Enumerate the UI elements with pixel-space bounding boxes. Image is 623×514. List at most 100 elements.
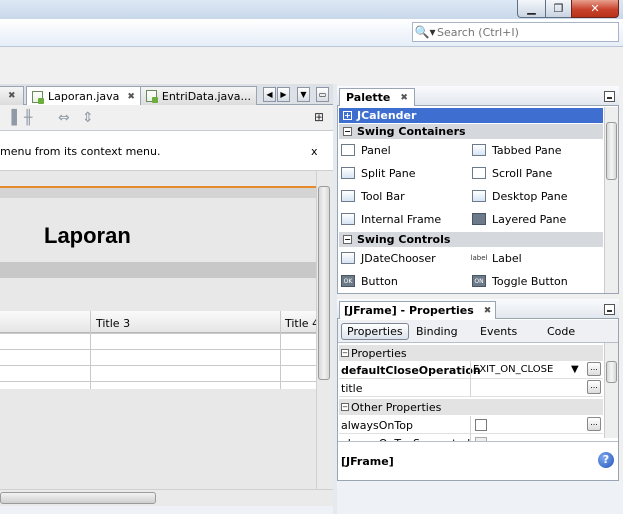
- tab-list-button[interactable]: ▼: [297, 87, 310, 102]
- split-pane-icon: [341, 167, 355, 179]
- palette-item-layered-pane[interactable]: Layered Pane: [472, 210, 566, 228]
- palette-item-desktop-pane[interactable]: Desktop Pane: [472, 187, 567, 205]
- table-row: [0, 365, 316, 366]
- ellipsis-button[interactable]: ...: [587, 362, 601, 376]
- palette-item-internal-frame[interactable]: Internal Frame: [341, 210, 441, 228]
- palette-category-swing-containers[interactable]: − Swing Containers: [339, 124, 603, 139]
- table-column-divider: [90, 311, 91, 389]
- property-value[interactable]: EXIT_ON_CLOSE: [473, 364, 553, 375]
- dropdown-arrow-icon[interactable]: ▼: [571, 364, 579, 375]
- palette-category-swing-controls[interactable]: − Swing Controls: [339, 232, 603, 247]
- ellipsis-button[interactable]: ...: [587, 380, 601, 394]
- vertical-resize-icon[interactable]: ⇕: [82, 110, 94, 126]
- calendar-icon: [341, 252, 355, 264]
- tab-entridata[interactable]: EntriData.java...: [140, 86, 257, 105]
- other-properties-section[interactable]: − Other Properties: [339, 399, 603, 415]
- close-tab-icon[interactable]: ✖: [484, 306, 492, 316]
- minimize-palette-button[interactable]: [604, 91, 615, 102]
- layered-pane-icon: [472, 213, 486, 225]
- ellipsis-button[interactable]: ...: [587, 417, 601, 431]
- checkbox[interactable]: [475, 419, 487, 431]
- property-name: alwaysOnTop: [341, 419, 413, 432]
- internal-frame-icon: [341, 213, 355, 225]
- button-icon: OK: [341, 275, 355, 287]
- search-box[interactable]: 🔍▾: [412, 22, 619, 42]
- anchor-grid-icon[interactable]: ⊞: [314, 110, 324, 124]
- table-header-title-3[interactable]: Title 3: [96, 317, 130, 330]
- label-icon: label: [470, 252, 488, 264]
- editor-status-strip: [0, 506, 336, 514]
- palette-item-jdatechooser[interactable]: JDateChooser: [341, 249, 436, 267]
- tool-bar-icon: [341, 190, 355, 202]
- tab-laporan[interactable]: Laporan.java ✖: [26, 86, 141, 106]
- scroll-tabs-right-button[interactable]: ▶: [277, 87, 290, 102]
- toggle-button-icon: ON: [472, 275, 486, 287]
- java-file-icon: [32, 90, 44, 104]
- form-title-label[interactable]: Laporan: [44, 223, 131, 249]
- form-panel-band: [0, 262, 316, 278]
- palette-item-tabbed-pane[interactable]: Tabbed Pane: [472, 141, 561, 159]
- properties-scroll-thumb[interactable]: [606, 361, 617, 383]
- palette-item-button[interactable]: OK Button: [341, 272, 398, 290]
- palette-item-scroll-pane[interactable]: Scroll Pane: [472, 164, 552, 182]
- palette-item-toggle-button[interactable]: ON Toggle Button: [472, 272, 568, 290]
- maximize-editor-button[interactable]: ▭: [316, 87, 329, 102]
- close-tab-icon[interactable]: ✖: [127, 92, 135, 102]
- properties-tab[interactable]: [JFrame] - Properties ✖: [339, 301, 497, 319]
- tab-label: EntriData.java...: [161, 89, 251, 103]
- close-hint-button[interactable]: x: [311, 145, 318, 158]
- palette-title: Palette: [346, 91, 391, 104]
- palette-category-jcalender[interactable]: + JCalender: [339, 108, 603, 123]
- collapse-icon: −: [341, 349, 349, 357]
- editor-horizontal-scroll-thumb[interactable]: [0, 492, 156, 504]
- tab-label: Laporan.java: [48, 90, 120, 103]
- properties-title: [JFrame] - Properties: [344, 304, 474, 317]
- design-toolbar: [0, 105, 336, 131]
- collapse-icon: −: [341, 403, 349, 411]
- search-input[interactable]: [437, 25, 618, 39]
- minimize-properties-button[interactable]: [604, 304, 615, 315]
- property-row-always-on-top[interactable]: alwaysOnTop ...: [339, 416, 603, 434]
- form-header-strip: [0, 188, 316, 198]
- subtab-events[interactable]: Events: [475, 323, 522, 340]
- property-row-title[interactable]: title ...: [339, 379, 603, 397]
- tabbed-pane-icon: [472, 144, 486, 156]
- palette-tab[interactable]: Palette ✖: [339, 88, 415, 106]
- properties-scrollbar[interactable]: [604, 343, 618, 438]
- table-row: [0, 349, 316, 350]
- table-column-divider: [280, 311, 281, 389]
- properties-section[interactable]: − Properties: [339, 345, 603, 361]
- close-tab-icon[interactable]: ✖: [8, 91, 16, 101]
- palette-item-tool-bar[interactable]: Tool Bar: [341, 187, 405, 205]
- search-icon[interactable]: 🔍▾: [413, 25, 437, 39]
- minimize-button[interactable]: ▁: [517, 0, 546, 18]
- tab-previous-file[interactable]: ✖: [0, 86, 24, 105]
- palette-scroll-thumb[interactable]: [606, 122, 617, 180]
- right-status-strip: [337, 481, 623, 514]
- maximize-button[interactable]: ❐: [545, 0, 572, 18]
- table-header: [0, 311, 316, 333]
- close-icon: ✕: [590, 2, 600, 15]
- palette-item-label[interactable]: label Label: [470, 249, 522, 267]
- horizontal-resize-icon[interactable]: ⇔: [58, 110, 70, 126]
- palette-item-split-pane[interactable]: Split Pane: [341, 164, 416, 182]
- collapse-icon: −: [343, 235, 352, 244]
- subtab-binding[interactable]: Binding: [411, 323, 463, 340]
- align-left-icon[interactable]: ▐: [6, 110, 17, 126]
- subtab-properties[interactable]: Properties: [341, 323, 409, 340]
- align-center-icon[interactable]: ╫: [24, 110, 32, 126]
- table-header-title-4[interactable]: Title 4: [285, 317, 319, 330]
- close-tab-icon[interactable]: ✖: [400, 93, 408, 103]
- scroll-tabs-left-button[interactable]: ◀: [263, 87, 276, 102]
- property-name: title: [341, 382, 363, 395]
- property-row-always-on-top-supported[interactable]: alwaysOnTopSupported: [339, 434, 603, 441]
- expand-icon: +: [343, 111, 352, 120]
- close-window-button[interactable]: ✕: [571, 0, 619, 18]
- table-row: [0, 333, 316, 334]
- subtab-code[interactable]: Code: [542, 323, 580, 340]
- java-file-icon: [146, 90, 158, 103]
- editor-vertical-scroll-thumb[interactable]: [318, 186, 330, 380]
- property-row-default-close-operation[interactable]: defaultCloseOperation EXIT_ON_CLOSE ▼ ..…: [339, 361, 603, 379]
- help-icon[interactable]: ?: [598, 452, 614, 468]
- palette-item-panel[interactable]: Panel: [341, 141, 391, 159]
